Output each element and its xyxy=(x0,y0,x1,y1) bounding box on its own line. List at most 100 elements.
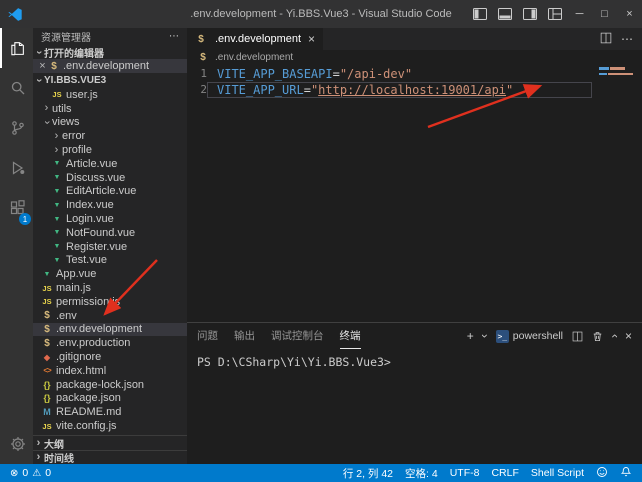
timeline-section-header[interactable]: › 时间线 xyxy=(33,450,187,464)
status-item[interactable]: 空格: 4 xyxy=(405,466,438,481)
minimap[interactable] xyxy=(596,64,642,322)
activity-extensions-button[interactable]: 1 xyxy=(0,188,33,228)
tree-item-views[interactable]: ›views xyxy=(33,116,187,130)
js-file-icon: JS xyxy=(41,297,53,306)
status-item[interactable]: Shell Script xyxy=(531,467,584,479)
tree-item-.gitignore[interactable]: ◆.gitignore xyxy=(33,350,187,364)
env-file-icon: $ xyxy=(197,52,209,63)
tree-item-.env[interactable]: $.env xyxy=(33,309,187,323)
file-label: package-lock.json xyxy=(56,379,144,391)
activity-explorer-button[interactable] xyxy=(0,28,33,68)
new-terminal-icon[interactable]: + xyxy=(467,329,474,343)
notifications-bell-icon[interactable] xyxy=(620,466,632,481)
run-debug-icon xyxy=(10,160,26,176)
tree-item-Article.vue[interactable]: ▼Article.vue xyxy=(33,157,187,171)
breadcrumb[interactable]: $ .env.development xyxy=(187,50,642,64)
kill-terminal-icon[interactable] xyxy=(592,331,603,342)
tree-item-NotFound.vue[interactable]: ▼NotFound.vue xyxy=(33,226,187,240)
status-item[interactable]: 行 2, 列 42 xyxy=(343,466,393,481)
tree-item-Login.vue[interactable]: ▼Login.vue xyxy=(33,212,187,226)
panel-tab-调试控制台[interactable]: 调试控制台 xyxy=(271,323,324,349)
tree-item-Register.vue[interactable]: ▼Register.vue xyxy=(33,240,187,254)
toggle-panel-icon[interactable] xyxy=(492,0,517,28)
status-item[interactable]: UTF-8 xyxy=(450,467,480,479)
close-icon[interactable]: × xyxy=(37,60,48,72)
file-label: user.js xyxy=(66,89,98,101)
code-editor[interactable]: 1VITE_APP_BASEAPI="/api-dev"2VITE_APP_UR… xyxy=(187,64,642,322)
tree-item-package-lock.json[interactable]: {}package-lock.json xyxy=(33,378,187,392)
tree-item-main.js[interactable]: JSmain.js xyxy=(33,281,187,295)
more-actions-icon[interactable]: ⋯ xyxy=(621,32,633,46)
timeline-label: 时间线 xyxy=(44,450,74,464)
tree-item-EditArticle.vue[interactable]: ▼EditArticle.vue xyxy=(33,185,187,199)
tree-item-error[interactable]: ›error xyxy=(33,129,187,143)
file-label: Test.vue xyxy=(66,254,107,266)
panel-tab-终端[interactable]: 终端 xyxy=(340,323,361,349)
code-line-1[interactable]: 1VITE_APP_BASEAPI="/api-dev" xyxy=(187,66,592,82)
split-terminal-icon[interactable] xyxy=(572,331,583,342)
tree-item-vite.config.js[interactable]: JSvite.config.js xyxy=(33,419,187,433)
outline-section-header[interactable]: › 大纲 xyxy=(33,436,187,450)
split-editor-icon[interactable] xyxy=(600,32,612,47)
settings-gear-button[interactable] xyxy=(0,424,33,464)
tree-item-.env.development[interactable]: $.env.development xyxy=(33,323,187,337)
project-name-label: YI.BBS.VUE3 xyxy=(44,75,106,86)
breadcrumb-item[interactable]: .env.development xyxy=(215,52,293,63)
problems-status[interactable]: ⊗ 0 ⚠ 0 xyxy=(10,467,51,479)
tree-item-profile[interactable]: ›profile xyxy=(33,143,187,157)
tree-item-package.json[interactable]: {}package.json xyxy=(33,392,187,406)
tab-label: .env.development xyxy=(215,33,301,45)
tree-item-index.html[interactable]: <>index.html xyxy=(33,364,187,378)
project-section-header[interactable]: › YI.BBS.VUE3 xyxy=(33,73,187,87)
env-file-icon: $ xyxy=(41,338,53,349)
file-label: .env.production xyxy=(56,337,130,349)
close-window-button[interactable]: × xyxy=(617,0,642,28)
chevron-right-icon: › xyxy=(51,145,62,156)
git-file-icon: ◆ xyxy=(41,353,53,362)
file-label: utils xyxy=(52,103,72,115)
status-item[interactable]: CRLF xyxy=(491,467,518,479)
maximize-panel-icon[interactable]: › xyxy=(607,334,621,338)
toggle-secondary-sidebar-icon[interactable] xyxy=(517,0,542,28)
file-label: error xyxy=(62,130,85,142)
feedback-smiley-icon[interactable] xyxy=(596,466,608,481)
tree-item-Discuss.vue[interactable]: ▼Discuss.vue xyxy=(33,171,187,185)
tab-env-development[interactable]: $ .env.development × xyxy=(187,28,323,50)
open-editors-header[interactable]: › 打开的编辑器 xyxy=(33,45,187,59)
tree-item-utils[interactable]: ›utils xyxy=(33,102,187,116)
vue-file-icon: ▼ xyxy=(51,243,63,250)
minimize-button[interactable]: ─ xyxy=(567,0,592,28)
sidebar-title: 资源管理器 xyxy=(41,29,91,44)
activity-bar: 1 xyxy=(0,28,33,464)
close-panel-icon[interactable]: × xyxy=(625,329,632,343)
warning-icon: ⚠ xyxy=(32,468,41,479)
vue-file-icon: ▼ xyxy=(51,188,63,195)
tree-item-permission.js[interactable]: JSpermission.js xyxy=(33,295,187,309)
toggle-sidebar-icon[interactable] xyxy=(467,0,492,28)
views-more-actions-icon[interactable]: ⋯ xyxy=(169,31,179,42)
close-tab-icon[interactable]: × xyxy=(308,32,315,46)
code-token: = xyxy=(333,67,340,81)
tree-item-.env.production[interactable]: $.env.production xyxy=(33,336,187,350)
code-token: VITE_APP_BASEAPI xyxy=(217,67,333,81)
activity-source-control-button[interactable] xyxy=(0,108,33,148)
activity-run-debug-button[interactable] xyxy=(0,148,33,188)
terminal-dropdown-icon[interactable]: › xyxy=(478,334,492,338)
error-icon: ⊗ xyxy=(10,468,18,479)
code-line-2[interactable]: 2VITE_APP_URL="http://localhost:19001/ap… xyxy=(187,82,592,98)
tree-item-user.js[interactable]: JSuser.js xyxy=(33,88,187,102)
terminal-profile-selector[interactable]: >_ powershell xyxy=(496,330,563,343)
vue-file-icon: ▼ xyxy=(51,174,63,181)
tree-item-Index.vue[interactable]: ▼Index.vue xyxy=(33,198,187,212)
title-bar: .env.development - Yi.BBS.Vue3 - Visual … xyxy=(0,0,642,28)
panel-tab-输出[interactable]: 输出 xyxy=(234,323,255,349)
tree-item-README.md[interactable]: MREADME.md xyxy=(33,405,187,419)
open-editor-item[interactable]: × $ .env.development xyxy=(33,59,187,73)
activity-search-button[interactable] xyxy=(0,68,33,108)
panel-tab-问题[interactable]: 问题 xyxy=(197,323,218,349)
maximize-button[interactable]: □ xyxy=(592,0,617,28)
tree-item-Test.vue[interactable]: ▼Test.vue xyxy=(33,254,187,268)
customize-layout-icon[interactable] xyxy=(542,0,567,28)
terminal-view[interactable]: PS D:\CSharp\Yi\Yi.BBS.Vue3> xyxy=(187,349,642,464)
tree-item-App.vue[interactable]: ▼App.vue xyxy=(33,267,187,281)
